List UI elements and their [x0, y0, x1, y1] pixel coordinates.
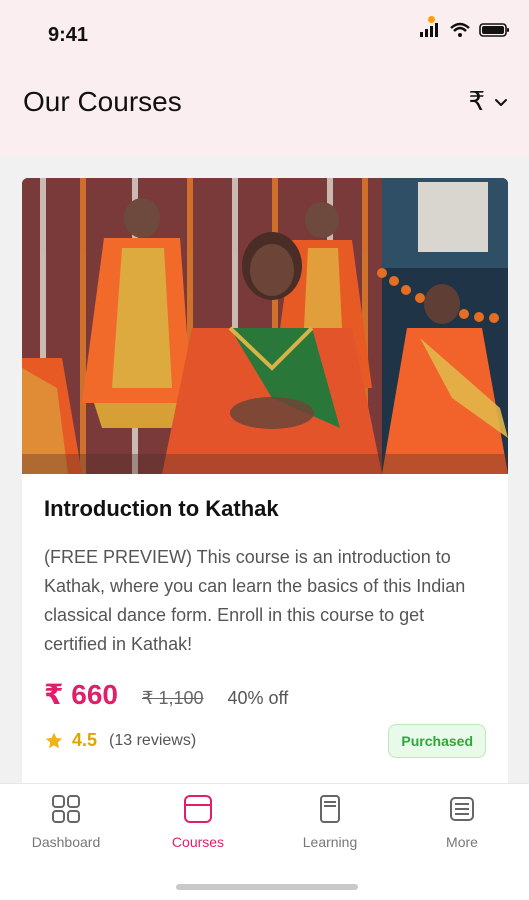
- currency-symbol: ₹: [468, 86, 485, 116]
- status-time: 9:41: [48, 24, 89, 46]
- page-title: Our Courses: [23, 86, 182, 117]
- book-icon: [320, 795, 340, 823]
- bottom-tab-bar: Dashboard Courses Learning More: [0, 783, 529, 900]
- tab-label-dashboard: Dashboard: [31, 834, 101, 850]
- price-row: ₹ 660 ₹ 1,100 40% off: [44, 678, 288, 711]
- rating-value: 4.5: [72, 730, 98, 750]
- top-header: 9:41 Our Courses ₹: [0, 0, 529, 156]
- discount-label: 40% off: [227, 688, 289, 708]
- battery-icon: [479, 23, 509, 37]
- menu-icon: [450, 797, 474, 821]
- tab-dashboard[interactable]: Dashboard: [0, 792, 132, 862]
- currency-selector[interactable]: ₹: [468, 86, 509, 117]
- current-price: ₹ 660: [44, 679, 118, 710]
- star-icon: [45, 732, 63, 748]
- original-price: ₹ 1,100: [141, 688, 204, 708]
- courses-icon: [184, 795, 212, 823]
- tab-learning[interactable]: Learning: [264, 792, 396, 862]
- wifi-icon: [450, 22, 470, 37]
- tab-courses[interactable]: Courses: [132, 792, 264, 862]
- rating-row: 4.5 (13 reviews): [44, 730, 196, 751]
- chevron-down-icon: [495, 98, 507, 106]
- course-card[interactable]: Introduction to Kathak (FREE PREVIEW) Th…: [22, 178, 508, 788]
- review-count: (13 reviews): [109, 731, 197, 749]
- status-icons: [419, 22, 511, 38]
- kathak-dancers-image: [22, 178, 508, 474]
- tab-label-more: More: [446, 834, 478, 850]
- tab-label-courses: Courses: [171, 834, 225, 850]
- course-description: (FREE PREVIEW) This course is an introdu…: [44, 547, 466, 654]
- tab-more[interactable]: More: [396, 792, 528, 862]
- course-title: Introduction to Kathak: [44, 496, 279, 521]
- status-badge: Purchased: [388, 724, 486, 758]
- tab-label-learning: Learning: [302, 834, 358, 850]
- home-indicator: [176, 884, 358, 890]
- grid-icon: [52, 795, 80, 823]
- course-thumbnail: [22, 178, 508, 474]
- cellular-signal-icon: [420, 23, 438, 37]
